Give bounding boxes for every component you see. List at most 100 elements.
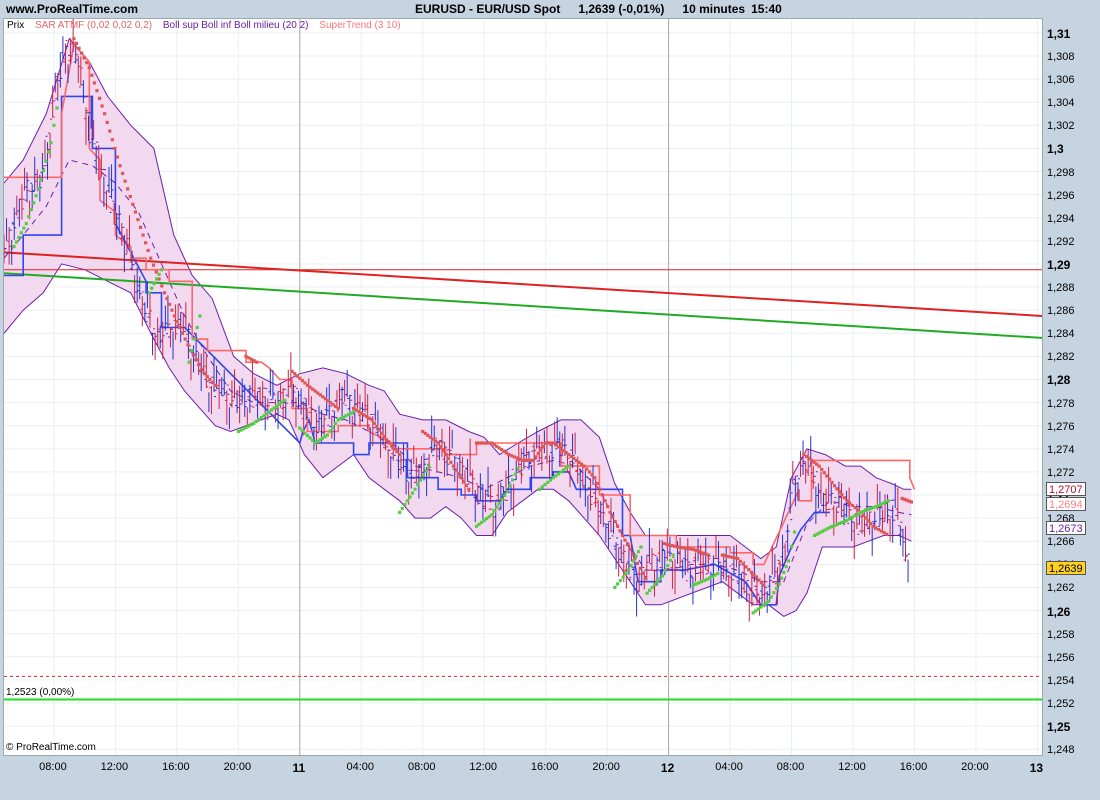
sar-dot-red (536, 451, 540, 456)
legend-bollinger[interactable]: Boll sup Boll inf Boll milieu (20 2) (163, 20, 309, 31)
y-tick-label: 1,298 (1047, 166, 1075, 179)
sar-dot-red (817, 464, 821, 468)
x-axis[interactable]: 08:00 12:00 16:00 20:00 11 04:00 08:00 12:00 16:… (0, 756, 1100, 800)
sar-dot-green (500, 497, 504, 501)
sar-dot-green (150, 286, 154, 290)
sar-dot-red (146, 248, 150, 253)
sar-dot-red (180, 331, 185, 335)
sar-dot-green (537, 487, 542, 491)
sar-dot-green (848, 517, 852, 521)
sar-dot-green (52, 123, 56, 127)
sar-dot-red (620, 533, 625, 538)
sar-dot-red (77, 46, 81, 50)
sar-dot-red (120, 171, 125, 176)
y-tick-label: 1,278 (1047, 397, 1075, 410)
y-tick-label: 1,272 (1047, 466, 1075, 479)
site-name[interactable]: www.ProRealTime.com (6, 2, 138, 16)
sar-dot-green (615, 582, 620, 586)
sar-dot-green (636, 550, 641, 554)
sar-dot-green (12, 245, 16, 249)
y-tick-label: 1,304 (1047, 97, 1075, 110)
x-tick-label: 11 (292, 761, 306, 775)
sar-dot-red (110, 138, 114, 142)
sar-dot-green (784, 565, 788, 569)
sar-dot-green (671, 553, 675, 557)
sar-dot-green (282, 398, 287, 402)
copyright-label: © ProRealTime.com (6, 742, 96, 753)
sar-dot-red (194, 358, 198, 362)
sar-dot-red (635, 561, 640, 566)
sar-dot-red (598, 487, 602, 491)
chart-header: www.ProRealTime.com EURUSD - EUR/USD Spo… (0, 0, 1100, 18)
y-tick-label: 1,308 (1047, 50, 1075, 63)
sar-dot-green (627, 568, 631, 572)
sar-dot-red (72, 37, 76, 41)
y-tick-label: 1,252 (1047, 698, 1075, 710)
sar-dot-red (377, 428, 381, 432)
y-tick-label: 1,248 (1047, 744, 1075, 757)
sar-dot-green (29, 208, 33, 212)
sar-dot-red (149, 256, 153, 260)
sar-dot-green (631, 559, 636, 563)
sar-dot-red (387, 441, 391, 445)
sar-dot-red (113, 146, 117, 151)
sar-dot-red (822, 471, 826, 475)
sar-dot-green (645, 591, 649, 595)
sar-dot-green (427, 464, 431, 468)
sar-dot-red (444, 452, 448, 457)
sar-dot-green (786, 559, 791, 563)
y-axis[interactable]: 1,31 1,308 1,306 1,304 1,302 1,3 1,298 1,296 1,2… (1043, 18, 1100, 756)
sar-dot-green (629, 563, 633, 568)
sar-dot-red (141, 233, 145, 237)
sar-dot-red (205, 375, 209, 379)
sar-dot-green (39, 178, 43, 182)
y-tick-label: 1,31 (1047, 26, 1071, 41)
sar-dot-red (868, 521, 873, 526)
sar-dot-red (595, 481, 599, 486)
sar-dot-red (80, 51, 84, 55)
x-tick-label: 04:00 (346, 761, 375, 773)
sar-dot-red (372, 421, 377, 425)
sar-dot-red (131, 202, 135, 206)
sar-dot-red (459, 476, 463, 480)
sar-dot-red (630, 552, 634, 556)
x-tick-label: 16:00 (162, 761, 190, 773)
sar-dot-red (210, 380, 215, 384)
sar-dot-green (331, 425, 335, 430)
sar-dot-red (144, 241, 148, 245)
sar-dot-green (413, 487, 417, 491)
sar-dot-red (380, 431, 384, 435)
sar-dot-red (835, 487, 839, 491)
sar-dot-green (44, 159, 48, 163)
sar-dot-green (416, 483, 420, 487)
sar-dot-green (187, 360, 191, 364)
sar-dot-green (853, 513, 857, 518)
sar-dot-red (183, 337, 187, 341)
sar-dot-green (190, 349, 194, 353)
legend-supertrend[interactable]: SuperTrend (3 10) (319, 20, 400, 31)
sar-dot-green (666, 563, 670, 568)
sar-dot-red (208, 377, 212, 382)
sar-dot-green (17, 235, 21, 239)
sar-dot-red (436, 441, 440, 445)
sar-dot-red (87, 65, 91, 70)
sar-dot-red (603, 499, 607, 503)
sar-dot-green (41, 168, 46, 172)
sar-dot-red (100, 104, 104, 108)
sar-dot-green (198, 314, 202, 318)
sar-dot-red (518, 457, 522, 461)
sar-dot-red (167, 302, 172, 306)
y-tick-label: 1,282 (1047, 351, 1075, 364)
sar-dot-green (405, 499, 409, 503)
sar-dot-green (22, 226, 26, 230)
legend-sar[interactable]: SAR ATMF (0,02 0,02 0,2) (35, 20, 152, 31)
y-tick-label: 1,3 (1047, 142, 1064, 157)
sar-dot-green (648, 588, 652, 592)
legend-price[interactable]: Prix (7, 20, 24, 31)
sar-dot-red (842, 496, 846, 500)
sar-dot-red (449, 460, 453, 464)
chart-plot-area[interactable]: Prix SAR ATMF (0,02 0,02 0,2) Boll sup B… (3, 18, 1043, 756)
sar-dot-red (97, 96, 102, 100)
sar-dot-green (157, 272, 161, 276)
sar-dot-green (403, 503, 407, 507)
